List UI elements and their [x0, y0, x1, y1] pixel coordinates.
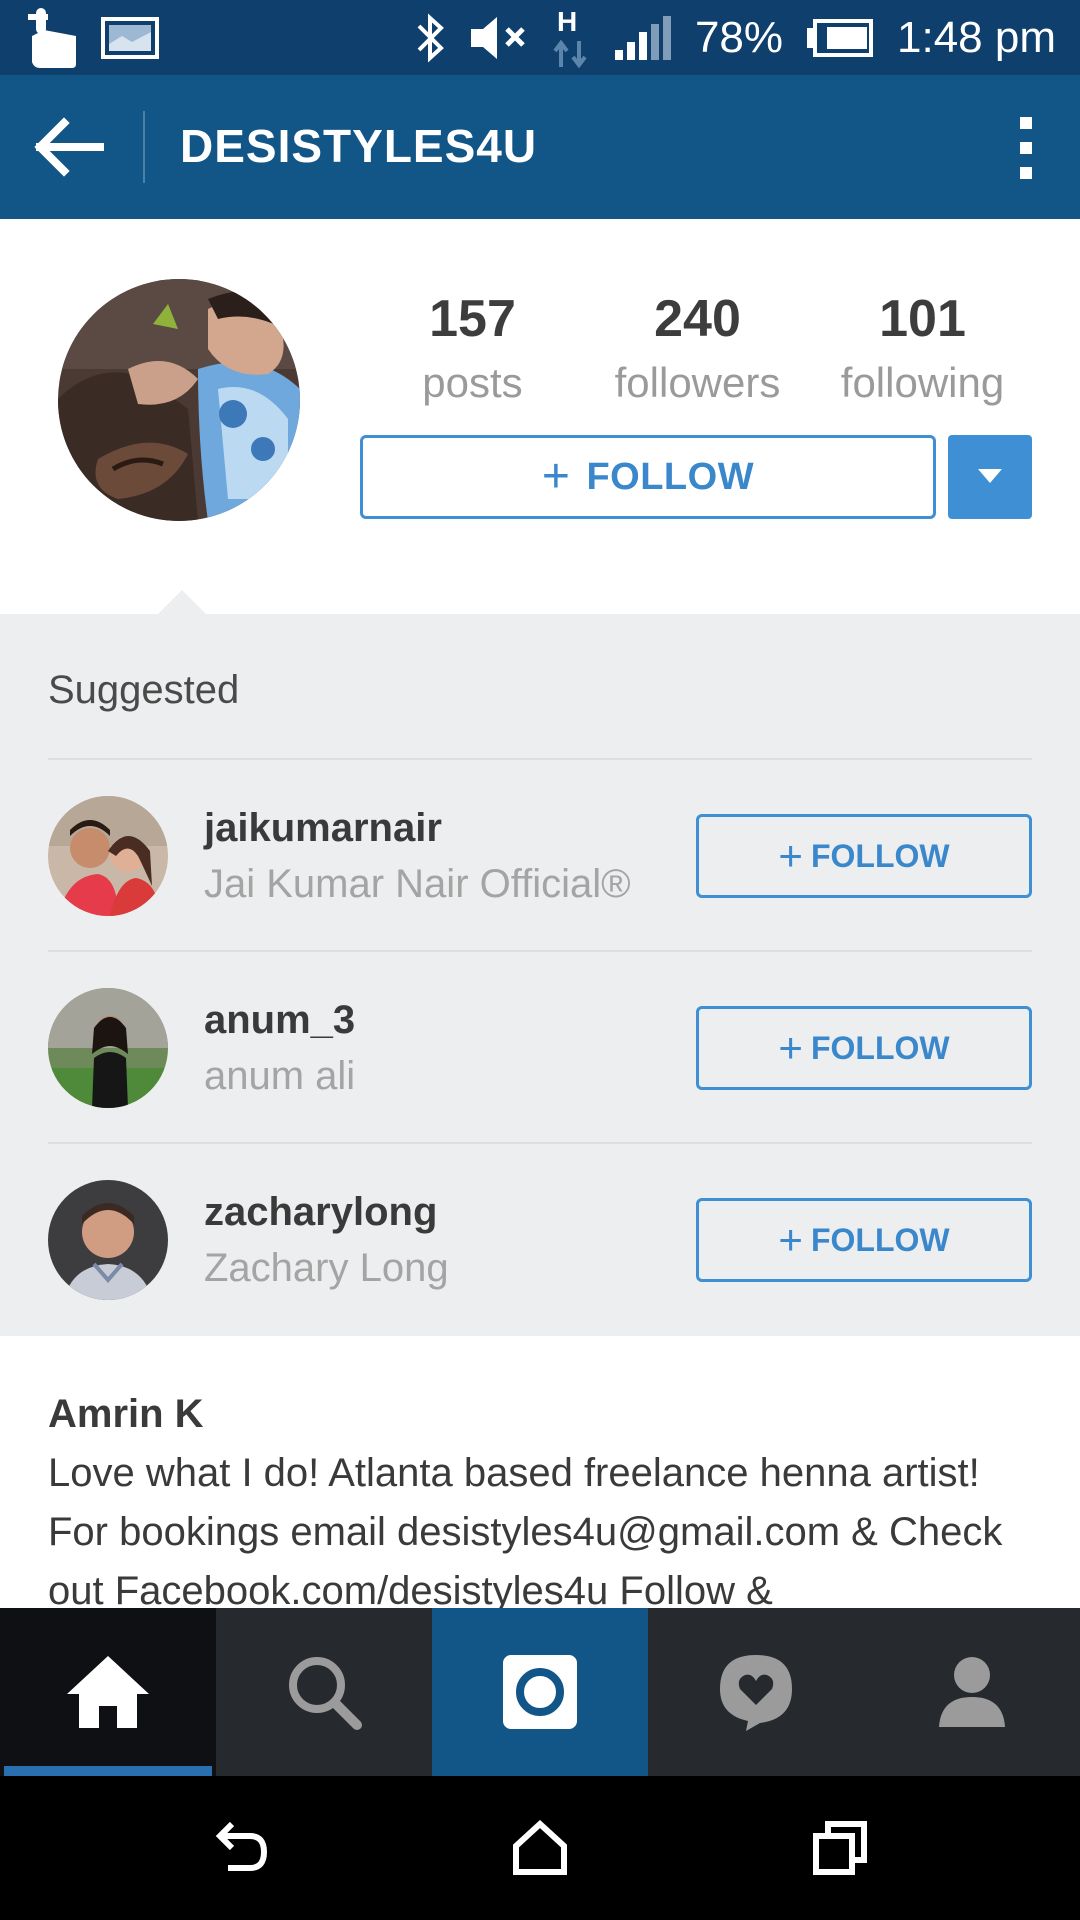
search-icon	[289, 1657, 362, 1730]
profile-icon	[939, 1657, 1005, 1727]
suggested-username[interactable]: anum_3	[204, 998, 355, 1043]
posts-label: posts	[422, 359, 523, 406]
suggested-fullname: anum ali	[204, 1054, 356, 1098]
suggestions-dropdown-button[interactable]	[948, 435, 1032, 519]
list-item: anum_3 anum ali + FOLLOW	[48, 950, 1032, 1142]
list-item: jaikumarnair Jai Kumar Nair Official® + …	[48, 758, 1032, 950]
camera-icon	[503, 1655, 577, 1729]
suggested-panel: Suggested jaikumarnair Jai Kumar Nair Of…	[0, 614, 1080, 1336]
tab-home[interactable]	[0, 1608, 216, 1776]
follow-label: FOLLOW	[810, 1029, 950, 1066]
back-arrow-icon[interactable]	[30, 115, 112, 179]
system-back-icon[interactable]	[212, 1820, 268, 1876]
following-label: following	[840, 359, 1005, 406]
tab-camera[interactable]	[432, 1608, 648, 1776]
bio-name: Amrin K	[48, 1392, 204, 1436]
profile-bio: Amrin K Love what I do! Atlanta based fr…	[0, 1336, 1080, 1608]
app-bar-divider	[143, 111, 145, 183]
touch-icon	[26, 6, 82, 70]
image-icon	[100, 16, 160, 60]
bluetooth-icon	[415, 12, 447, 64]
following-count: 101	[879, 290, 966, 348]
caret-down-icon	[978, 469, 1002, 483]
tab-activity[interactable]	[648, 1608, 864, 1776]
suggested-title: Suggested	[48, 668, 240, 712]
status-bar: H 78% 1:48 pm	[0, 0, 1080, 75]
suggested-fullname: Jai Kumar Nair Official®	[204, 862, 631, 906]
stat-posts[interactable]: 157 posts	[360, 289, 585, 407]
page-title: DESISTYLES4U	[180, 120, 538, 172]
suggested-username[interactable]: zacharylong	[204, 1190, 437, 1235]
home-icon	[67, 1656, 149, 1728]
plus-icon: +	[778, 832, 803, 879]
overflow-menu-icon[interactable]	[1006, 115, 1046, 181]
follow-label: FOLLOW	[810, 837, 950, 874]
avatar[interactable]	[48, 796, 168, 916]
activity-icon	[720, 1655, 792, 1731]
bio-text: Love what I do! Atlanta based freelance …	[48, 1451, 1003, 1608]
system-nav-bar	[0, 1776, 1080, 1920]
stat-following[interactable]: 101 following	[810, 289, 1035, 407]
plus-icon: +	[778, 1216, 803, 1263]
follow-button[interactable]: + FOLLOW	[360, 435, 936, 519]
system-home-icon[interactable]	[512, 1820, 568, 1876]
plus-icon: +	[541, 450, 571, 503]
signal-icon	[613, 14, 673, 62]
suggested-pointer	[158, 590, 206, 614]
active-tab-indicator	[4, 1766, 212, 1776]
avatar[interactable]	[48, 1180, 168, 1300]
follow-button[interactable]: + FOLLOW	[696, 814, 1032, 898]
follow-label: FOLLOW	[586, 455, 755, 498]
follow-button[interactable]: + FOLLOW	[696, 1198, 1032, 1282]
avatar[interactable]	[48, 988, 168, 1108]
suggested-fullname: Zachary Long	[204, 1246, 449, 1290]
svg-text:H: H	[557, 6, 577, 37]
clock: 1:48 pm	[897, 12, 1056, 62]
followers-label: followers	[614, 359, 781, 406]
system-recents-icon[interactable]	[812, 1820, 868, 1876]
mute-icon	[469, 15, 529, 61]
stat-followers[interactable]: 240 followers	[585, 289, 810, 407]
tab-search[interactable]	[216, 1608, 432, 1776]
bottom-tab-bar	[0, 1608, 1080, 1776]
profile-header: 157 posts 240 followers 101 following + …	[0, 219, 1080, 614]
battery-icon	[805, 18, 875, 58]
profile-avatar[interactable]	[58, 279, 300, 521]
tab-profile[interactable]	[864, 1608, 1080, 1776]
follow-label: FOLLOW	[810, 1221, 950, 1258]
posts-count: 157	[429, 290, 516, 348]
list-item: zacharylong Zachary Long + FOLLOW	[48, 1142, 1032, 1334]
h-network-icon: H	[551, 5, 591, 71]
battery-percent: 78%	[694, 12, 784, 62]
plus-icon: +	[778, 1024, 803, 1071]
app-bar: DESISTYLES4U	[0, 75, 1080, 219]
followers-count: 240	[654, 290, 741, 348]
profile-stats: 157 posts 240 followers 101 following	[360, 289, 1040, 407]
follow-button[interactable]: + FOLLOW	[696, 1006, 1032, 1090]
suggested-username[interactable]: jaikumarnair	[204, 806, 442, 851]
